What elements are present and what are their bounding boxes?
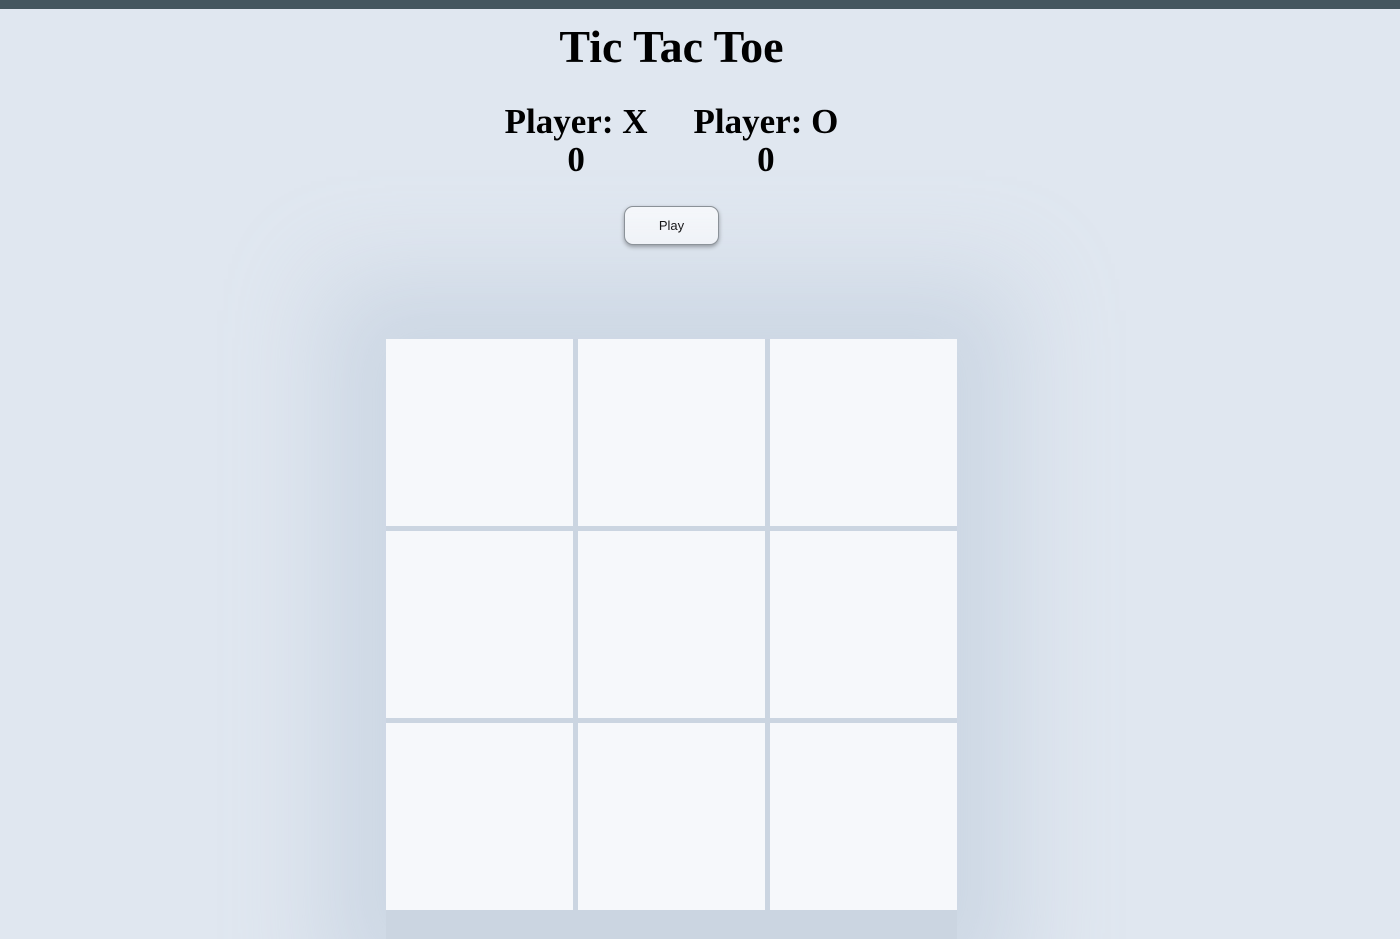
top-bar: [0, 0, 1400, 9]
player-o-label: Player: O: [693, 102, 839, 141]
board-cell-1[interactable]: [386, 339, 573, 526]
page-title: Tic Tac Toe: [559, 21, 784, 72]
board-cell-3[interactable]: [770, 339, 957, 526]
player-x-score-panel: Player: X 0: [505, 102, 648, 178]
player-x-label: Player: X: [504, 102, 648, 141]
game-board: [386, 339, 957, 939]
player-o-score-panel: Player: O 0: [694, 102, 839, 178]
board-cell-9[interactable]: [770, 723, 957, 910]
play-button[interactable]: Play: [624, 206, 719, 245]
player-x-score: 0: [567, 140, 585, 179]
board-cell-4[interactable]: [386, 531, 573, 718]
board-cell-5[interactable]: [578, 531, 765, 718]
player-o-score: 0: [757, 140, 775, 179]
board-cell-8[interactable]: [578, 723, 765, 910]
scoreboard: Player: X 0 Player: O 0: [0, 102, 1343, 178]
board-cell-6[interactable]: [770, 531, 957, 718]
board-cell-2[interactable]: [578, 339, 765, 526]
board-cell-7[interactable]: [386, 723, 573, 910]
